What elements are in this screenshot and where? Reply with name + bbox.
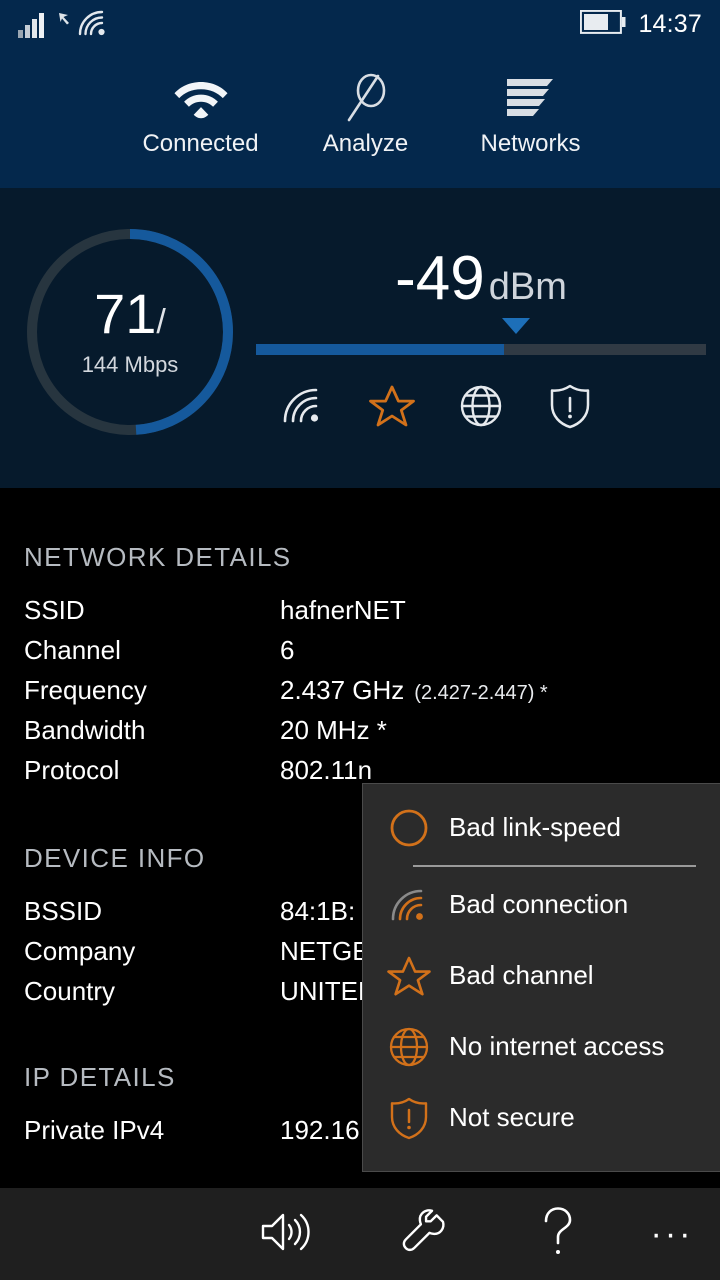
status-bar-clock: 14:37 [638, 10, 702, 39]
legend-item-bad-connection[interactable]: Bad connection [363, 869, 720, 940]
status-bar-left [18, 8, 110, 43]
help-icon [539, 1206, 577, 1263]
speaker-icon [259, 1209, 311, 1260]
row-key: Company [24, 936, 280, 967]
table-row: Channel 6 [0, 635, 720, 675]
speaker-button[interactable] [253, 1188, 317, 1280]
rssi-bar [256, 344, 706, 355]
gauge-value: 71/ [94, 286, 166, 342]
tab-connected-label: Connected [118, 130, 283, 158]
section-network-details: NETWORK DETAILS SSID hafnerNET Channel 6… [0, 488, 720, 795]
row-key: Bandwidth [24, 715, 280, 746]
help-button[interactable] [526, 1188, 590, 1280]
table-row: Frequency 2.437 GHz (2.427-2.447) * [0, 675, 720, 715]
status-bar-right: 14:37 [580, 10, 702, 39]
link-speed-gauge: 71/ 144 Mbps [24, 226, 236, 438]
table-row: SSID hafnerNET [0, 595, 720, 635]
legend-item-no-internet-access[interactable]: No internet access [363, 1011, 720, 1082]
legend-divider [413, 865, 696, 867]
row-value: 6 [280, 635, 294, 666]
rssi-unit: dBm [489, 266, 567, 308]
legend-popup: Bad link-speed Bad connection [362, 783, 720, 1172]
legend-item-not-secure[interactable]: Not secure [363, 1082, 720, 1153]
rssi-marker-icon [502, 318, 530, 334]
tab-connected[interactable]: Connected [118, 70, 283, 158]
row-value: 802.11n [280, 755, 372, 786]
wifi-icon [118, 70, 283, 126]
row-value: 192.16 [280, 1115, 360, 1146]
legend-item-label: Bad link-speed [449, 812, 621, 843]
row-value-sub: (2.427-2.447) * [414, 682, 547, 704]
legend-item-label: Bad channel [449, 960, 594, 991]
more-button[interactable]: ··· [644, 1188, 700, 1280]
network-details-rows: SSID hafnerNET Channel 6 Frequency 2.437… [0, 595, 720, 795]
legend-item-label: No internet access [449, 1031, 664, 1062]
quality-indicator-row [256, 383, 706, 429]
row-key: Protocol [24, 755, 280, 786]
quality-globe-icon[interactable] [458, 383, 504, 429]
star-icon [383, 955, 435, 997]
row-key: Country [24, 976, 280, 1007]
arrow-up-left-icon [58, 12, 72, 31]
gauge-text: 71/ 144 Mbps [24, 226, 236, 438]
legend-item-bad-link-speed[interactable]: Bad link-speed [363, 792, 720, 863]
wrench-icon [398, 1208, 446, 1261]
quality-star-icon[interactable] [369, 383, 415, 429]
tab-analyze[interactable]: Analyze [283, 70, 448, 158]
tab-analyze-label: Analyze [283, 130, 448, 158]
globe-icon [383, 1026, 435, 1068]
row-value-main: 2.437 GHz [280, 675, 404, 705]
row-value: hafnerNET [280, 595, 406, 626]
rssi-value: -49 [395, 244, 485, 313]
wifi-arc-icon [76, 8, 110, 43]
row-key: Channel [24, 635, 280, 666]
legend-item-bad-channel[interactable]: Bad channel [363, 940, 720, 1011]
legend-item-label: Not secure [449, 1102, 575, 1133]
tab-networks-label: Networks [448, 130, 613, 158]
circle-icon [383, 808, 435, 848]
networks-list-icon [448, 70, 613, 126]
quality-shield-warning-icon[interactable] [547, 383, 593, 429]
row-key: Private IPv4 [24, 1115, 280, 1146]
app-root: 14:37 Connected [0, 0, 720, 1280]
rssi-readout: -49dBm [256, 248, 706, 310]
quality-wifi-arc-icon[interactable] [280, 383, 326, 429]
row-key: SSID [24, 595, 280, 626]
cellular-bars-icon [18, 12, 52, 43]
row-value: 84:1B: [280, 896, 355, 927]
signal-panel: 71/ 144 Mbps -49dBm [0, 188, 720, 488]
wifi-arc-icon [383, 888, 435, 922]
gauge-slash: / [156, 303, 165, 341]
gauge-link-speed: 71 [94, 282, 156, 345]
row-key: Frequency [24, 675, 280, 706]
tab-bar: Connected Analyze [0, 50, 720, 188]
battery-icon [580, 10, 626, 39]
shield-warning-icon [383, 1096, 435, 1140]
rssi-bar-fill [256, 344, 504, 355]
status-bar: 14:37 [0, 0, 720, 50]
gauge-max-speed: 144 Mbps [82, 352, 179, 378]
legend-item-label: Bad connection [449, 889, 628, 920]
table-row: Bandwidth 20 MHz * [0, 715, 720, 755]
bottom-app-bar: ··· [0, 1188, 720, 1280]
analyze-icon [283, 70, 448, 126]
row-key: BSSID [24, 896, 280, 927]
tab-networks[interactable]: Networks [448, 70, 613, 158]
tools-button[interactable] [390, 1188, 454, 1280]
rssi-block: -49dBm [256, 248, 706, 310]
row-value: 20 MHz * [280, 715, 387, 746]
section-title-network-details: NETWORK DETAILS [0, 542, 720, 573]
more-icon: ··· [651, 1217, 694, 1251]
row-value: 2.437 GHz (2.427-2.447) * [280, 675, 548, 706]
